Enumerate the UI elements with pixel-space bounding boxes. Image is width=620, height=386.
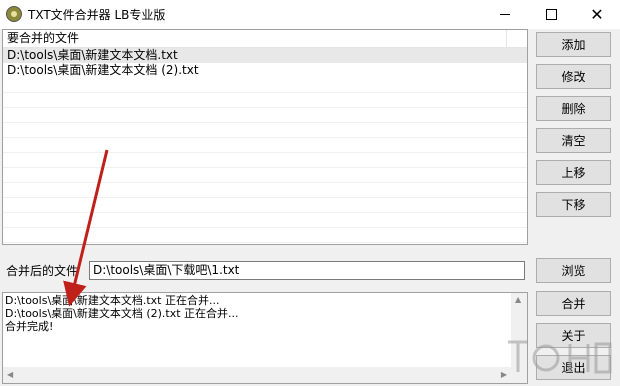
about-button[interactable]: 关于 bbox=[536, 323, 611, 348]
add-button[interactable]: 添加 bbox=[536, 32, 611, 57]
delete-button[interactable]: 删除 bbox=[536, 96, 611, 121]
move-up-button[interactable]: 上移 bbox=[536, 160, 611, 185]
window-title: TXT文件合并器 LB专业版 bbox=[28, 8, 166, 22]
scroll-left-icon[interactable]: ◀ bbox=[7, 370, 13, 379]
minimize-button[interactable] bbox=[482, 0, 528, 29]
horizontal-scrollbar[interactable]: ◀ ▶ bbox=[3, 367, 511, 383]
exit-button[interactable]: 退出 bbox=[536, 355, 611, 380]
browse-button[interactable]: 浏览 bbox=[536, 258, 611, 283]
scrollbar-corner bbox=[511, 367, 527, 383]
close-button[interactable]: ✕ bbox=[574, 0, 620, 29]
file-list[interactable]: 要合并的文件 D:\tools\桌面\新建文本文档.txt D:\tools\桌… bbox=[2, 29, 528, 245]
app-icon bbox=[6, 6, 22, 22]
output-file-label: 合并后的文件 bbox=[6, 264, 79, 278]
title-bar: TXT文件合并器 LB专业版 ✕ bbox=[0, 0, 620, 29]
scroll-right-icon[interactable]: ▶ bbox=[501, 370, 507, 379]
log-line: D:\tools\桌面\新建文本文档 (2).txt 正在合并... bbox=[5, 307, 239, 320]
merge-button[interactable]: 合并 bbox=[536, 291, 611, 316]
vertical-scrollbar[interactable]: ▲ bbox=[511, 293, 527, 367]
move-down-button[interactable]: 下移 bbox=[536, 192, 611, 217]
minimize-icon bbox=[500, 14, 510, 15]
log-line: D:\tools\桌面\新建文本文档.txt 正在合并... bbox=[5, 294, 220, 307]
modify-button[interactable]: 修改 bbox=[536, 64, 611, 89]
list-item[interactable]: D:\tools\桌面\新建文本文档 (2).txt bbox=[3, 63, 527, 78]
maximize-button[interactable] bbox=[528, 0, 574, 29]
list-item[interactable]: D:\tools\桌面\新建文本文档.txt bbox=[3, 48, 527, 63]
list-gridlines bbox=[3, 78, 527, 244]
log-output[interactable]: D:\tools\桌面\新建文本文档.txt 正在合并... D:\tools\… bbox=[2, 292, 528, 384]
clear-button[interactable]: 清空 bbox=[536, 128, 611, 153]
log-line: 合并完成! bbox=[5, 320, 54, 333]
file-list-header: 要合并的文件 bbox=[3, 30, 527, 48]
close-icon: ✕ bbox=[590, 4, 604, 24]
maximize-icon bbox=[545, 9, 557, 20]
output-file-input[interactable]: D:\tools\桌面\下载吧\1.txt bbox=[89, 261, 525, 280]
scroll-up-icon[interactable]: ▲ bbox=[515, 295, 521, 304]
column-header-files[interactable]: 要合并的文件 bbox=[3, 30, 507, 47]
